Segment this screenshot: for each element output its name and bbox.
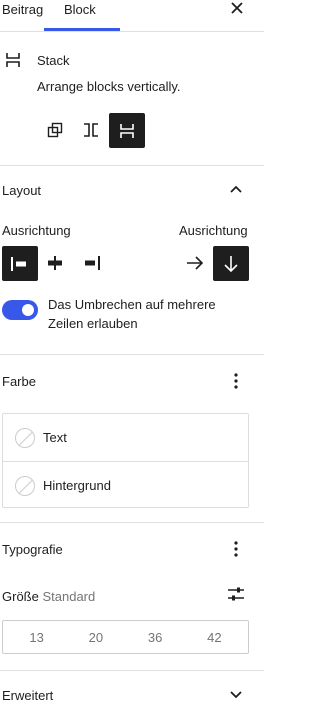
stack-variation-button[interactable] — [109, 113, 145, 148]
layout-collapse-button[interactable] — [228, 181, 244, 197]
layout-panel-title[interactable]: Layout — [2, 183, 41, 198]
font-size-label: Größe — [2, 589, 39, 604]
justify-center-icon — [48, 256, 62, 270]
text-color-label: Text — [43, 430, 67, 445]
font-size-option-13[interactable]: 13 — [17, 630, 57, 645]
arrow-down-icon — [224, 255, 238, 272]
typography-divider — [0, 670, 264, 671]
sliders-icon — [228, 587, 244, 601]
row-variation-button[interactable] — [77, 116, 105, 144]
arrow-right-icon — [187, 256, 204, 270]
close-icon — [231, 2, 243, 14]
transform-button[interactable] — [41, 116, 69, 144]
empty-swatch-icon — [15, 475, 35, 496]
stack-icon — [5, 52, 21, 68]
chevron-down-icon — [230, 691, 242, 699]
background-color-item[interactable]: Hintergrund — [3, 462, 248, 509]
tabs-divider — [0, 31, 264, 32]
orientation-vertical-button[interactable] — [213, 246, 249, 281]
wrap-toggle[interactable] — [2, 300, 38, 320]
more-vertical-icon — [234, 373, 238, 389]
toggle-knob — [22, 304, 34, 316]
color-settings-box: Text Hintergrund — [2, 413, 249, 508]
row-icon — [84, 123, 98, 137]
typography-panel-title: Typografie — [2, 542, 63, 557]
color-divider — [0, 522, 264, 523]
advanced-expand-button[interactable] — [228, 687, 244, 703]
chevron-up-icon — [230, 185, 242, 193]
font-size-picker: 13 20 36 42 — [2, 620, 249, 654]
block-title: Stack — [37, 53, 70, 68]
justify-left-button[interactable] — [2, 246, 38, 281]
layout-divider — [0, 354, 264, 355]
color-panel-title: Farbe — [2, 374, 36, 389]
stack-variation-icon — [120, 123, 134, 138]
font-size-option-20[interactable]: 20 — [76, 630, 116, 645]
justify-label: Ausrichtung — [2, 223, 71, 238]
block-description: Arrange blocks vertically. — [37, 79, 181, 94]
custom-size-button[interactable] — [226, 585, 246, 603]
justify-right-button[interactable] — [80, 253, 102, 273]
orientation-horizontal-button[interactable] — [184, 253, 206, 273]
tab-beitrag[interactable]: Beitrag — [2, 0, 43, 31]
typography-options-button[interactable] — [228, 540, 244, 558]
font-size-value: Standard — [42, 589, 96, 604]
wrap-toggle-label: Das Umbrechen auf mehrere Zeilen erlaube… — [48, 297, 216, 331]
font-size-option-36[interactable]: 36 — [135, 630, 175, 645]
empty-swatch-icon — [15, 427, 35, 448]
orientation-label: Ausrichtung — [179, 223, 248, 238]
color-options-button[interactable] — [228, 372, 244, 390]
close-button[interactable] — [226, 0, 248, 16]
justify-right-icon — [85, 256, 100, 270]
text-color-item[interactable]: Text — [3, 414, 248, 461]
more-vertical-icon — [234, 541, 238, 557]
transform-icon — [47, 122, 63, 138]
font-size-heading: Größe Standard — [2, 589, 95, 604]
background-color-label: Hintergrund — [43, 478, 111, 493]
tab-block[interactable]: Block — [64, 0, 96, 31]
justify-left-icon — [11, 256, 26, 271]
block-card-divider — [0, 165, 264, 166]
justify-center-button[interactable] — [44, 253, 66, 273]
advanced-panel-title[interactable]: Erweitert — [2, 688, 53, 703]
font-size-option-42[interactable]: 42 — [194, 630, 234, 645]
